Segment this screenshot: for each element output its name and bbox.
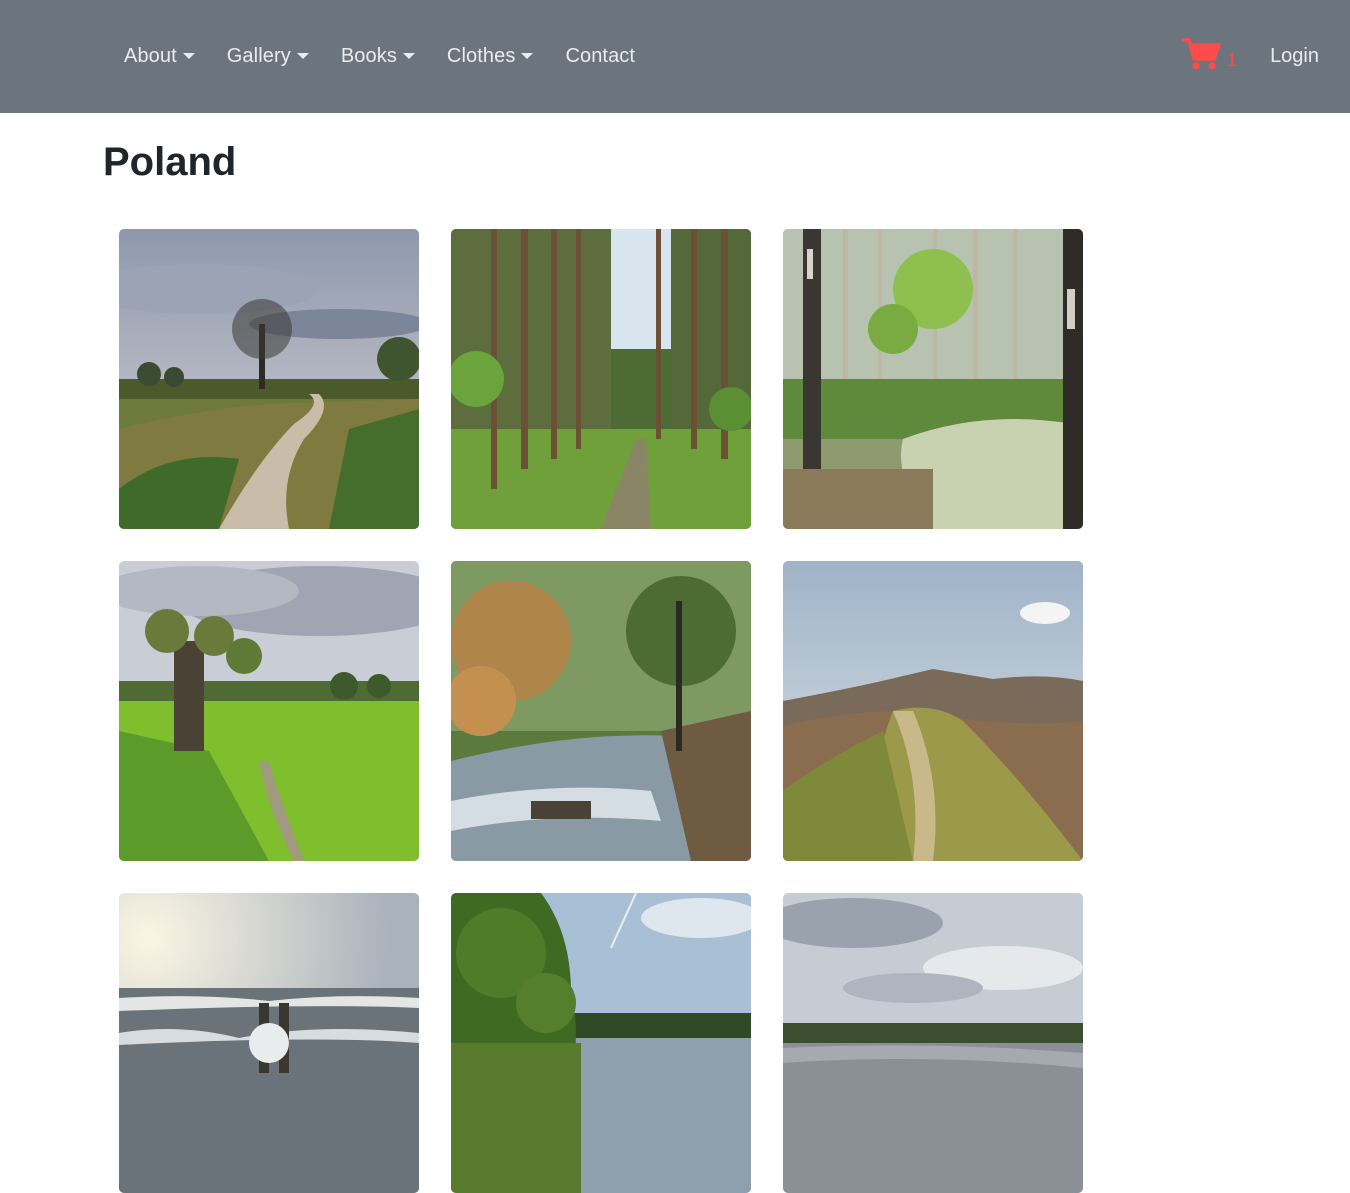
gallery-photo[interactable]	[783, 229, 1083, 529]
cart-button[interactable]: 1	[1180, 37, 1238, 76]
photo-image	[119, 561, 419, 861]
nav-item-about[interactable]: About	[124, 45, 195, 68]
nav-item-clothes[interactable]: Clothes	[447, 45, 534, 68]
top-navbar: About Gallery Books Clothes Contact 1 Lo…	[0, 0, 1350, 113]
nav-links: About Gallery Books Clothes Contact	[124, 0, 667, 113]
chevron-down-icon	[521, 52, 534, 59]
nav-item-label: Books	[340, 45, 397, 67]
nav-item-label: Gallery	[226, 45, 291, 67]
nav-item-books[interactable]: Books	[341, 45, 415, 68]
gallery-photo[interactable]	[119, 561, 419, 861]
photo-image	[783, 893, 1083, 1193]
photo-image	[783, 561, 1083, 861]
photo-image	[451, 893, 751, 1193]
nav-item-label: Clothes	[446, 45, 516, 67]
chevron-down-icon	[402, 52, 415, 59]
gallery-photo[interactable]	[451, 561, 751, 861]
chevron-down-icon	[296, 52, 309, 59]
photo-image	[451, 561, 751, 861]
gallery-photo[interactable]	[783, 893, 1083, 1193]
photo-image	[119, 229, 419, 529]
gallery-photo[interactable]	[783, 561, 1083, 861]
page-title: Poland	[103, 140, 237, 184]
login-link[interactable]: Login	[1270, 45, 1319, 68]
gallery-photo[interactable]	[119, 893, 419, 1193]
photo-image	[119, 893, 419, 1193]
gallery-photo[interactable]	[451, 893, 751, 1193]
photo-image	[451, 229, 751, 529]
nav-item-contact[interactable]: Contact	[565, 45, 635, 68]
nav-item-label: About	[124, 45, 177, 67]
cart-count-badge: 1	[1227, 50, 1238, 70]
gallery-photo[interactable]	[119, 229, 419, 529]
nav-item-gallery[interactable]: Gallery	[227, 45, 309, 68]
nav-item-label: Contact	[565, 45, 636, 67]
nav-right: 1 Login	[1180, 0, 1319, 113]
photo-gallery	[119, 229, 1083, 1193]
gallery-photo[interactable]	[451, 229, 751, 529]
shopping-cart-icon	[1180, 37, 1221, 76]
photo-image	[783, 229, 1083, 529]
chevron-down-icon	[182, 52, 195, 59]
